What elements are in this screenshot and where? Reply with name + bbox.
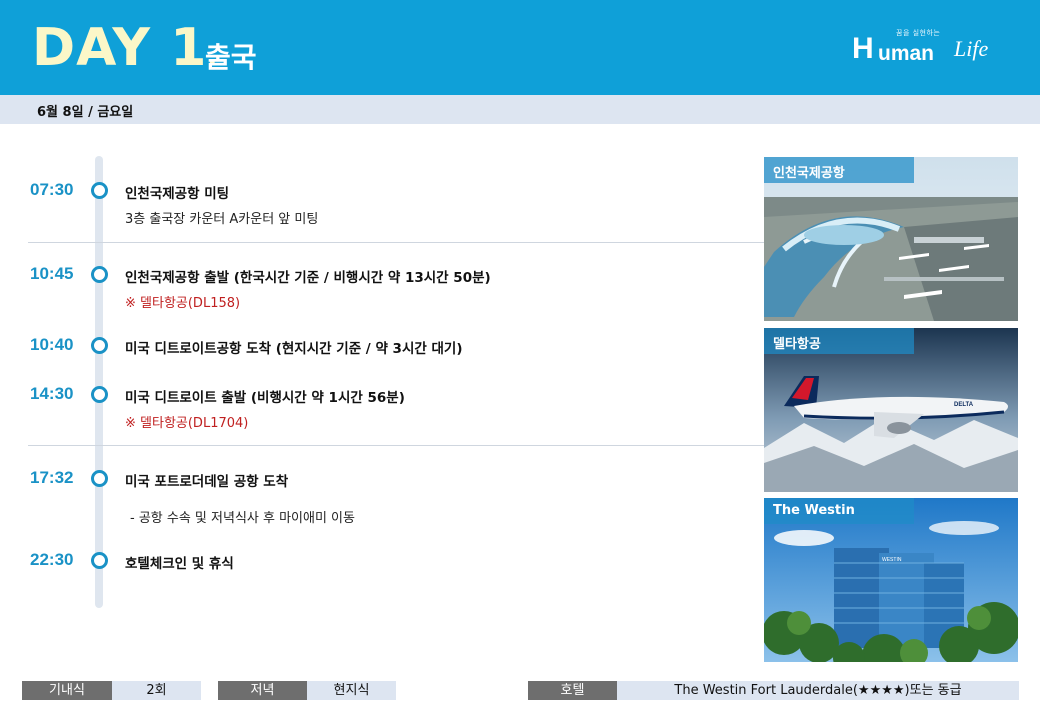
timeline-dot-icon [91, 182, 108, 199]
photo-label: 델타항공 [764, 328, 914, 354]
schedule-title: 미국 디트로이트공항 도착 (현지시간 기준 / 약 3시간 대기) [125, 341, 463, 357]
westin-hotel-photo: WESTIN The Westin [764, 498, 1018, 662]
schedule-title: 호텔체크인 및 휴식 [125, 556, 234, 572]
delta-airline-photo: DELTA 델타항공 [764, 328, 1018, 492]
incheon-airport-photo: 인천국제공항 [764, 157, 1018, 321]
schedule-time: 14:30 [30, 384, 74, 403]
schedule-title: 미국 포트로더데일 공항 도착 [125, 474, 289, 490]
schedule-item: 14:30 미국 디트로이트 출발 (비행시간 약 1시간 56분) [0, 384, 760, 408]
schedule-time: 10:40 [30, 335, 74, 354]
meal-value: 2회 [112, 681, 201, 700]
flight-note: ※ 델타항공(DL1704) [125, 416, 249, 431]
plane-livery-text: DELTA [954, 402, 974, 408]
timeline-dot-icon [91, 552, 108, 569]
schedule-title: 미국 디트로이트 출발 (비행시간 약 1시간 56분) [125, 390, 405, 406]
dinner-value: 현지식 [307, 681, 396, 700]
schedule-time: 07:30 [30, 180, 74, 199]
schedule-item: 07:30 인천국제공항 미팅 [0, 180, 760, 204]
date-bar: 6월 8일 / 금요일 [0, 95, 1040, 124]
schedule-title: 인천국제공항 출발 (한국시간 기준 / 비행시간 약 13시간 50분) [125, 270, 491, 286]
photo-label: The Westin [764, 498, 914, 524]
schedule-item: 10:40 미국 디트로이트공항 도착 (현지시간 기준 / 약 3시간 대기) [0, 335, 760, 359]
schedule-title: 인천국제공항 미팅 [125, 186, 230, 202]
schedule-time: 22:30 [30, 550, 74, 569]
dinner-label: 저녁 [218, 681, 307, 700]
schedule-time: 10:45 [30, 264, 74, 283]
schedule-detail: 3층 출국장 카운터 A카운터 앞 미팅 [125, 212, 319, 227]
building-sign-text: WESTIN [882, 557, 902, 563]
schedule-time: 17:32 [30, 468, 74, 487]
divider [28, 445, 766, 446]
timeline-dot-icon [91, 337, 108, 354]
schedule-item: 10:45 인천국제공항 출발 (한국시간 기준 / 비행시간 약 13시간 5… [0, 264, 760, 288]
day-subtitle: 출국 [205, 41, 257, 74]
schedule-item: 17:32 미국 포트로더데일 공항 도착 [0, 468, 760, 492]
schedule-detail: - 공항 수속 및 저녁식사 후 마이애미 이동 [130, 511, 355, 526]
divider [28, 242, 766, 243]
date-text: 6월 8일 / 금요일 [37, 105, 134, 120]
day-title: DAY 1. [32, 18, 219, 78]
schedule-item: 22:30 호텔체크인 및 휴식 [0, 550, 760, 574]
header-bar: DAY 1. 출국 꿈을 실현하는 H uman Life [0, 0, 1040, 95]
hotel-value: The Westin Fort Lauderdale(★★★★)또는 동급 [617, 681, 1019, 700]
timeline-dot-icon [91, 386, 108, 403]
flight-note: ※ 델타항공(DL158) [125, 296, 241, 311]
meal-label: 기내식 [22, 681, 112, 700]
hotel-label: 호텔 [528, 681, 617, 700]
humanlife-logo: 꿈을 실현하는 H uman Life [852, 29, 989, 65]
timeline-rail [95, 156, 103, 608]
timeline-dot-icon [91, 266, 108, 283]
photo-label: 인천국제공항 [764, 157, 914, 183]
timeline-dot-icon [91, 470, 108, 487]
